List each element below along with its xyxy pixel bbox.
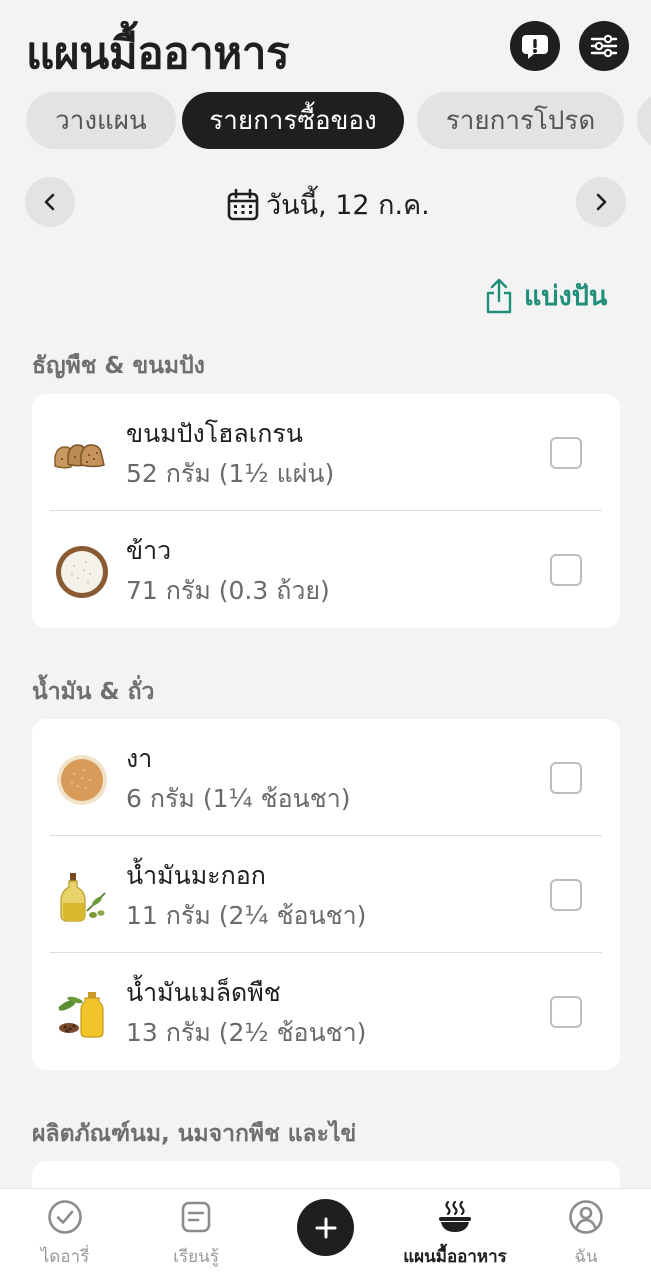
check-circle-icon [48, 1200, 82, 1234]
list-item[interactable]: น้ำมันมะกอก 11 กรัม (2¼ ช้อนชา) [32, 836, 620, 953]
date-label: วันนี้, 12 ก.ค. [266, 190, 430, 221]
date-selector[interactable]: วันนี้, 12 ก.ค. [226, 183, 430, 226]
nav-learn-label: เรียนรู้ [173, 1247, 219, 1267]
item-quantity: 13 กรัม (2½ ช้อนชา) [126, 1018, 367, 1047]
tab-plan[interactable]: วางแผน [26, 92, 176, 149]
chevron-left-icon [44, 193, 55, 211]
bread-icon [52, 427, 112, 483]
feedback-button[interactable] [510, 21, 560, 71]
section-title-grains: ธัญพืช & ขนมปัง [32, 353, 205, 379]
item-quantity: 52 กรัม (1½ แผ่น) [126, 459, 335, 488]
share-label: แบ่งปัน [524, 281, 608, 312]
header: แผนมื้ออาหาร [0, 0, 651, 90]
hot-bowl-icon [439, 1200, 471, 1232]
tab-bar: วางแผน รายการซื้อของ รายการโปรด [0, 92, 651, 150]
item-name: ข้าว [126, 536, 172, 565]
seed-oil-icon [52, 986, 112, 1042]
share-button[interactable]: แบ่งปัน [484, 274, 607, 317]
tab-shopping-list[interactable]: รายการซื้อของ [182, 92, 404, 149]
share-icon [486, 278, 512, 313]
tab-more[interactable] [637, 92, 651, 149]
item-name: น้ำมันมะกอก [126, 861, 266, 890]
section-title-dairy-eggs: ผลิตภัณฑ์นม, นมจากพืช และไข่ [32, 1121, 357, 1147]
nav-meal-plan[interactable]: แผนมื้ออาหาร [395, 1199, 515, 1270]
profile-icon [569, 1200, 603, 1234]
add-button[interactable] [297, 1199, 354, 1256]
chevron-right-icon [596, 193, 607, 211]
item-checkbox[interactable] [550, 762, 582, 794]
exclamation-bubble-icon [522, 35, 548, 59]
item-name: น้ำมันเมล็ดพืช [126, 978, 281, 1007]
item-checkbox[interactable] [550, 996, 582, 1028]
list-item[interactable]: ข้าว 71 กรัม (0.3 ถ้วย) [32, 511, 620, 628]
shopping-card-oils-nuts: งา 6 กรัม (1¼ ช้อนชา) น้ำมันมะกอก 11 กรั… [32, 719, 620, 1070]
list-item[interactable]: น้ำมันเมล็ดพืช 13 กรัม (2½ ช้อนชา) [32, 953, 620, 1070]
item-checkbox[interactable] [550, 437, 582, 469]
nav-meal-plan-label: แผนมื้ออาหาร [403, 1247, 507, 1267]
nav-me-label: ฉัน [574, 1247, 598, 1267]
calendar-icon [227, 188, 259, 220]
item-checkbox[interactable] [550, 554, 582, 586]
nav-diary[interactable]: ไดอารี่ [5, 1199, 125, 1270]
sesame-bowl-icon [52, 752, 112, 808]
nav-me[interactable]: ฉัน [526, 1199, 646, 1270]
item-name: งา [126, 744, 153, 773]
item-name: ขนมปังโฮลเกรน [126, 419, 303, 448]
page-title: แผนมื้ออาหาร [26, 28, 290, 79]
rice-bowl-icon [52, 544, 112, 600]
nav-diary-label: ไดอารี่ [40, 1247, 90, 1267]
bottom-navigation: ไดอารี่ เรียนรู้ แผนมื้ออาหาร ฉัน [0, 1188, 651, 1280]
date-navigator: วันนี้, 12 ก.ค. [0, 177, 651, 229]
filter-settings-button[interactable] [579, 21, 629, 71]
olive-oil-icon [52, 869, 112, 925]
list-item[interactable]: ขนมปังโฮลเกรน 52 กรัม (1½ แผ่น) [32, 394, 620, 511]
plus-icon [315, 1217, 336, 1238]
item-quantity: 6 กรัม (1¼ ช้อนชา) [126, 784, 351, 813]
section-title-oils-nuts: น้ำมัน & ถั่ว [32, 679, 155, 705]
shopping-card-grains: ขนมปังโฮลเกรน 52 กรัม (1½ แผ่น) ข้าว 71 … [32, 394, 620, 628]
item-quantity: 71 กรัม (0.3 ถ้วย) [126, 576, 330, 605]
item-quantity: 11 กรัม (2¼ ช้อนชา) [126, 901, 367, 930]
next-day-button[interactable] [576, 177, 626, 227]
sliders-icon [590, 34, 618, 58]
item-checkbox[interactable] [550, 879, 582, 911]
nav-learn[interactable]: เรียนรู้ [136, 1199, 256, 1270]
previous-day-button[interactable] [25, 177, 75, 227]
list-item[interactable]: งา 6 กรัม (1¼ ช้อนชา) [32, 719, 620, 836]
tab-favorites[interactable]: รายการโปรด [417, 92, 624, 149]
note-icon [181, 1201, 211, 1233]
